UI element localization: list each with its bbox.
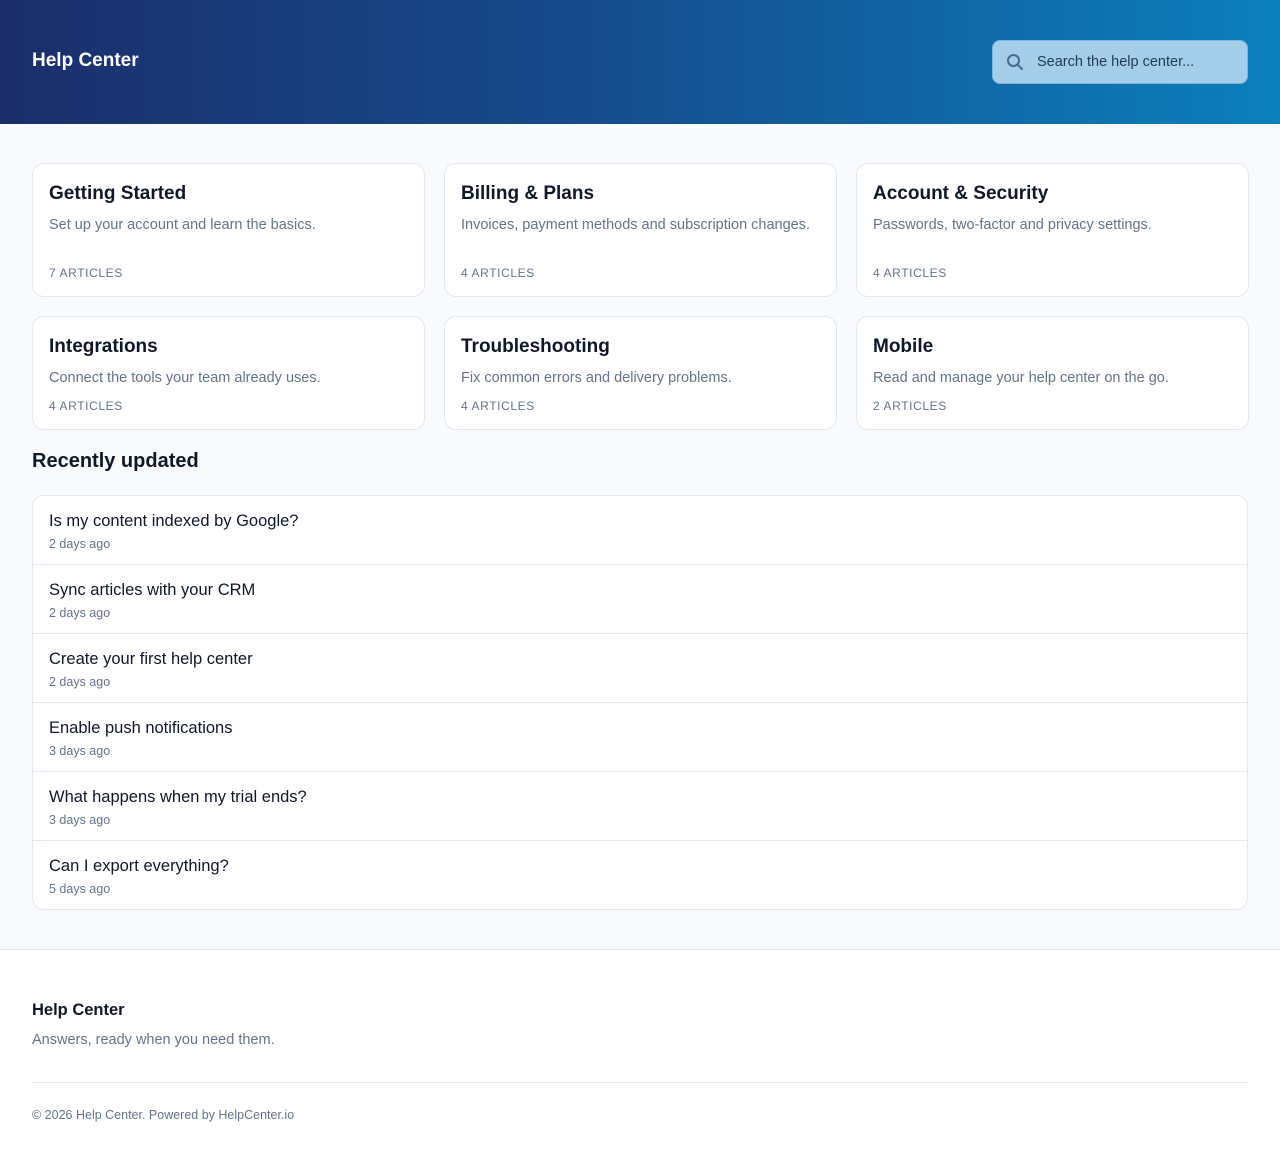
recently-updated-heading: Recently updated	[32, 450, 199, 472]
category-card-account-security[interactable]: Account & Security Passwords, two-factor…	[856, 163, 1249, 297]
category-title: Account & Security	[873, 183, 1049, 204]
category-title: Integrations	[49, 336, 158, 357]
recent-article-item[interactable]: Create your first help center 2 days ago	[33, 634, 1247, 703]
category-grid: Getting Started Set up your account and …	[32, 163, 1249, 430]
article-title: Create your first help center	[49, 650, 253, 668]
category-description: Set up your account and learn the basics…	[49, 217, 316, 233]
article-updated-time: 2 days ago	[49, 675, 111, 689]
recent-article-item[interactable]: Sync articles with your CRM 2 days ago	[33, 565, 1247, 634]
footer-copyright: © 2026 Help Center. Powered by HelpCente…	[32, 1108, 295, 1122]
category-article-count: 4 ARTICLES	[873, 266, 947, 280]
search-box[interactable]	[992, 40, 1248, 84]
article-updated-time: 2 days ago	[49, 537, 111, 551]
footer-title: Help Center	[32, 1001, 125, 1019]
category-card-troubleshooting[interactable]: Troubleshooting Fix common errors and de…	[444, 316, 837, 430]
article-updated-time: 3 days ago	[49, 744, 111, 758]
category-article-count: 4 ARTICLES	[49, 399, 123, 413]
footer-tagline: Answers, ready when you need them.	[32, 1032, 275, 1048]
category-description: Connect the tools your team already uses…	[49, 370, 321, 386]
category-article-count: 2 ARTICLES	[873, 399, 947, 413]
site-footer: Help Center Answers, ready when you need…	[0, 949, 1280, 1171]
article-title: Enable push notifications	[49, 719, 233, 737]
site-title[interactable]: Help Center	[32, 50, 139, 72]
category-description: Passwords, two-factor and privacy settin…	[873, 217, 1152, 233]
recent-article-item[interactable]: What happens when my trial ends? 3 days …	[33, 772, 1247, 841]
category-title: Billing & Plans	[461, 183, 595, 204]
article-title: What happens when my trial ends?	[49, 788, 307, 806]
recent-article-item[interactable]: Is my content indexed by Google? 2 days …	[33, 496, 1247, 565]
category-description: Invoices, payment methods and subscripti…	[461, 217, 811, 233]
site-header: Help Center	[0, 0, 1280, 124]
article-updated-time: 2 days ago	[49, 606, 111, 620]
recent-articles-list: Is my content indexed by Google? 2 days …	[32, 495, 1248, 910]
recent-article-item[interactable]: Enable push notifications 3 days ago	[33, 703, 1247, 772]
category-title: Troubleshooting	[461, 336, 610, 357]
article-updated-time: 5 days ago	[49, 882, 111, 896]
article-updated-time: 3 days ago	[49, 813, 111, 827]
footer-divider	[32, 1082, 1248, 1083]
category-title: Getting Started	[49, 183, 187, 204]
category-article-count: 4 ARTICLES	[461, 266, 535, 280]
category-description: Fix common errors and delivery problems.	[461, 370, 732, 386]
search-input[interactable]	[1037, 54, 1233, 70]
category-card-billing-plans[interactable]: Billing & Plans Invoices, payment method…	[444, 163, 837, 297]
category-card-mobile[interactable]: Mobile Read and manage your help center …	[856, 316, 1249, 430]
category-article-count: 7 ARTICLES	[49, 266, 123, 280]
recent-article-item[interactable]: Can I export everything? 5 days ago	[33, 841, 1247, 909]
article-title: Can I export everything?	[49, 857, 229, 875]
article-title: Sync articles with your CRM	[49, 581, 256, 599]
category-article-count: 4 ARTICLES	[461, 399, 535, 413]
category-card-getting-started[interactable]: Getting Started Set up your account and …	[32, 163, 425, 297]
category-description: Read and manage your help center on the …	[873, 370, 1169, 386]
category-title: Mobile	[873, 336, 934, 357]
category-card-integrations[interactable]: Integrations Connect the tools your team…	[32, 316, 425, 430]
search-icon	[993, 40, 1037, 84]
article-title: Is my content indexed by Google?	[49, 512, 299, 530]
